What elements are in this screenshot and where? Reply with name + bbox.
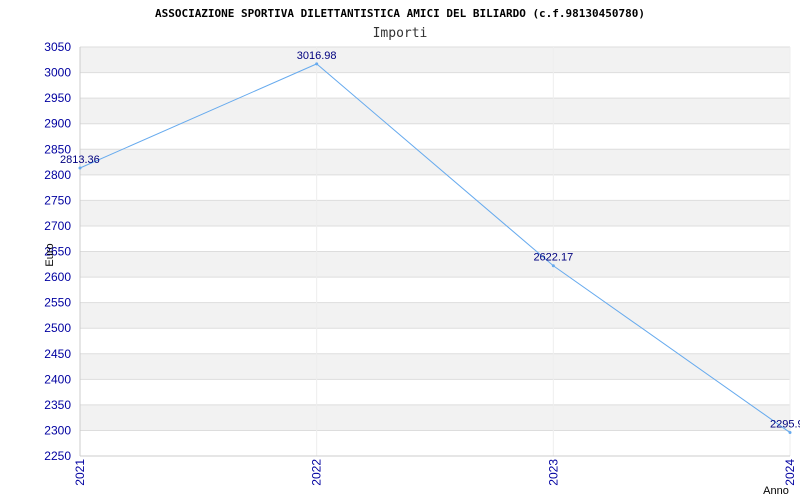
data-label: 2295.9 — [770, 419, 800, 431]
data-point — [315, 62, 319, 66]
y-tick-label: 2700 — [44, 219, 71, 233]
y-tick-label: 3000 — [44, 66, 71, 80]
y-tick-label: 2300 — [44, 423, 71, 437]
x-axis-label: Anno — [763, 485, 789, 497]
data-label: 2813.36 — [60, 154, 100, 166]
y-axis-label: Euro — [44, 243, 56, 266]
x-tick-label: 2023 — [546, 459, 560, 486]
y-tick-label: 2750 — [44, 193, 71, 207]
data-label: 3016.98 — [297, 50, 337, 62]
data-point — [551, 264, 555, 268]
grid-band — [80, 149, 790, 175]
x-tick-labels: 2021 2022 2023 2024 — [73, 459, 797, 486]
grid-band — [80, 200, 790, 226]
y-tick-label: 2350 — [44, 398, 71, 412]
data-point — [78, 166, 82, 170]
y-tick-label: 2950 — [44, 91, 71, 105]
chart-subtitle: Importi — [373, 26, 428, 41]
grid-band — [80, 251, 790, 278]
y-tick-label: 2600 — [44, 270, 71, 284]
y-tick-label: 2250 — [44, 449, 71, 463]
x-tick-label: 2021 — [73, 459, 87, 486]
y-tick-label: 2500 — [44, 321, 71, 335]
x-tick-label: 2024 — [783, 459, 797, 486]
grid-band — [80, 98, 790, 124]
x-tick-label: 2022 — [310, 459, 324, 486]
y-tick-label: 3050 — [44, 40, 71, 54]
grid-band — [80, 404, 790, 431]
y-tick-label: 2400 — [44, 372, 71, 386]
y-tick-label: 2450 — [44, 347, 71, 361]
y-tick-label: 2900 — [44, 117, 71, 131]
chart-title: ASSOCIAZIONE SPORTIVA DILETTANTISTICA AM… — [155, 7, 645, 20]
data-label: 2622.17 — [533, 252, 573, 264]
grid-band — [80, 302, 790, 329]
grid-band — [80, 47, 790, 73]
y-tick-label: 2550 — [44, 296, 71, 310]
line-chart: ASSOCIAZIONE SPORTIVA DILETTANTISTICA AM… — [44, 7, 800, 497]
y-tick-label: 2800 — [44, 168, 71, 182]
data-point — [788, 431, 792, 435]
grid-bands — [80, 47, 790, 431]
